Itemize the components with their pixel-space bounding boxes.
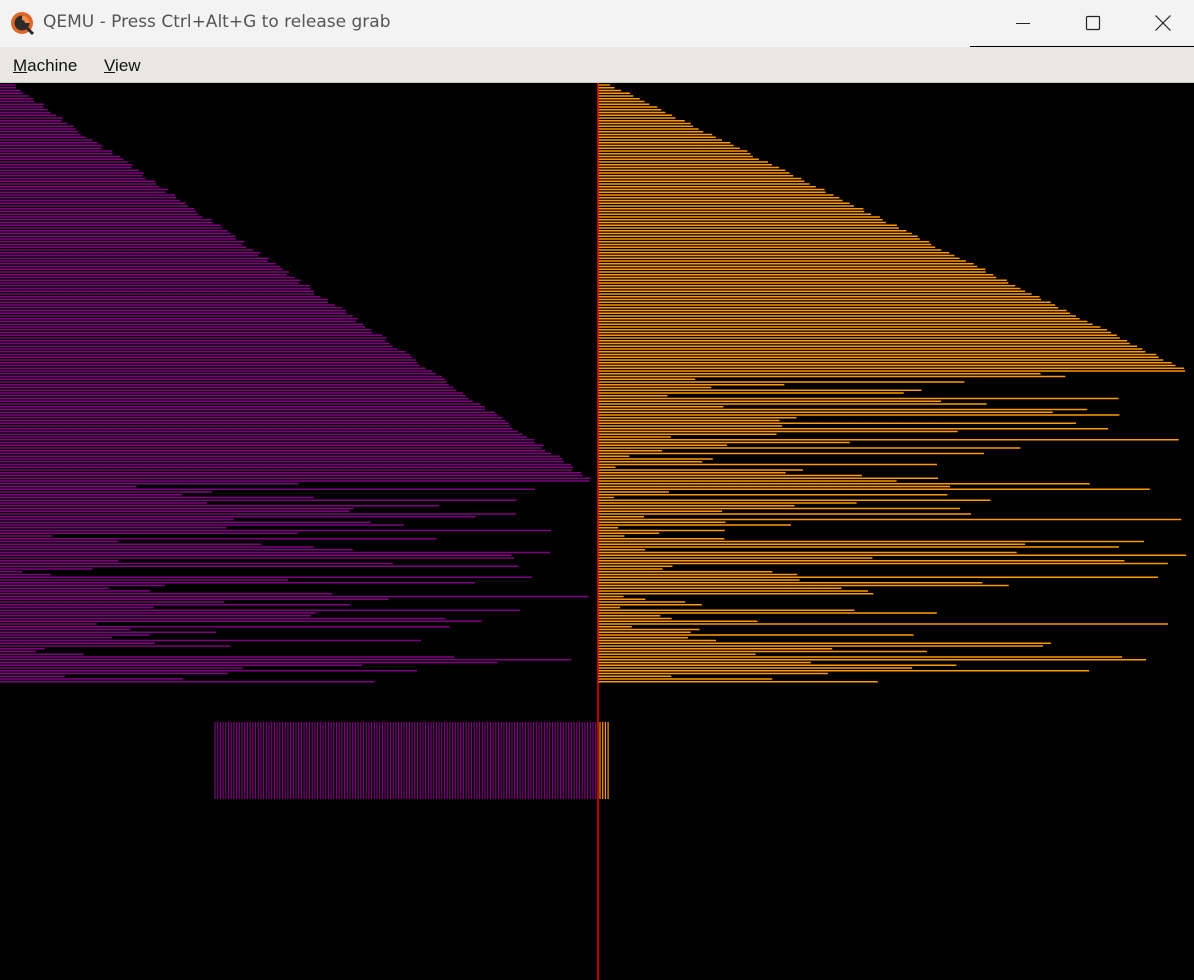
title-bar[interactable]: QEMU - Press Ctrl+Alt+G to release grab <box>0 0 1194 47</box>
vm-screen-canvas <box>0 83 1187 980</box>
menu-bar: Machine View <box>0 47 1194 83</box>
close-button[interactable] <box>1128 0 1194 46</box>
menu-view[interactable]: View <box>102 54 143 78</box>
menu-view-label: iew <box>115 56 141 75</box>
menu-machine-mnemonic: M <box>13 56 28 75</box>
vm-display[interactable] <box>0 83 1194 980</box>
minimize-button[interactable] <box>988 0 1058 46</box>
maximize-button[interactable] <box>1058 0 1128 46</box>
close-icon <box>1154 14 1172 32</box>
menu-view-mnemonic: V <box>104 56 116 75</box>
qemu-window: QEMU - Press Ctrl+Alt+G to release grab … <box>0 0 1194 980</box>
menu-machine[interactable]: Machine <box>11 54 79 78</box>
window-title: QEMU - Press Ctrl+Alt+G to release grab <box>43 12 391 32</box>
minimize-icon <box>1015 15 1031 31</box>
maximize-icon <box>1085 15 1101 31</box>
menu-machine-label: achine <box>27 56 78 75</box>
qemu-logo-icon <box>10 11 35 36</box>
